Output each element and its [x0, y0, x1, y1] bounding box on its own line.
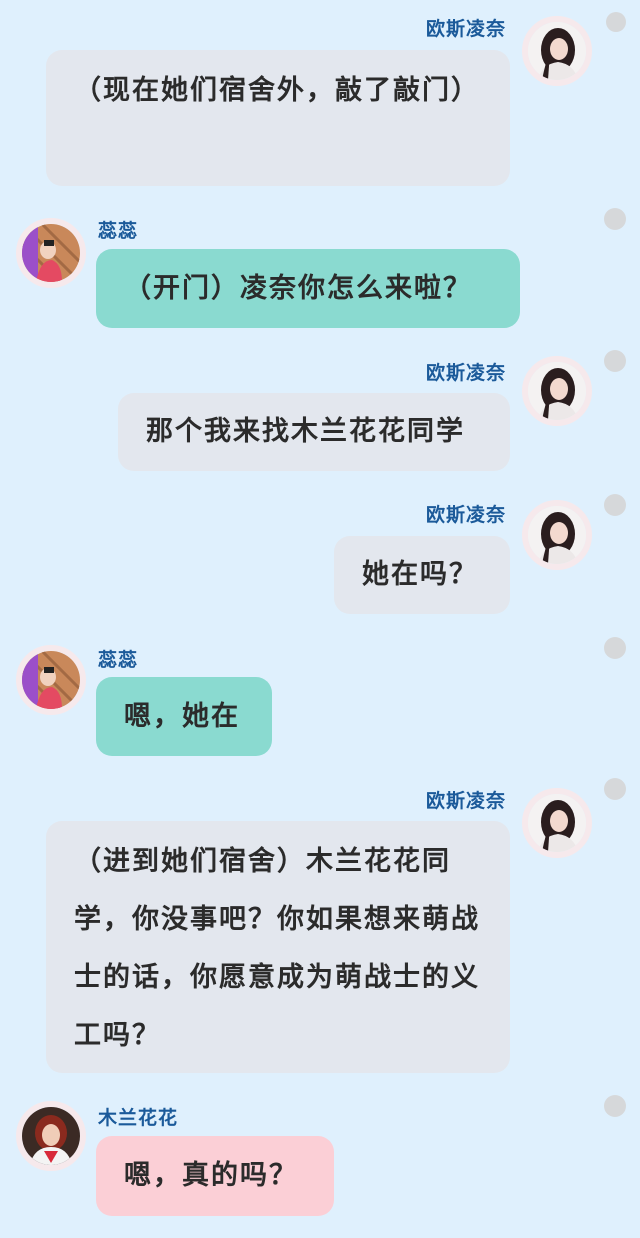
avatar[interactable] — [16, 645, 86, 715]
mascot-avatar-icon — [22, 224, 80, 282]
select-dot[interactable] — [604, 1095, 626, 1117]
select-dot[interactable] — [604, 494, 626, 516]
message-bubble: 她在吗？ — [334, 536, 510, 614]
select-dot[interactable] — [604, 208, 626, 230]
sender-name: 欧斯凌奈 — [425, 362, 506, 384]
message-bubble: 嗯，她在 — [96, 677, 272, 756]
sender-name: 木兰花花 — [98, 1107, 179, 1129]
select-dot[interactable] — [604, 778, 626, 800]
girl-avatar-icon — [528, 506, 586, 564]
message-row: 欧斯凌奈 她在吗？ — [0, 480, 640, 625]
message-bubble: （进到她们宿舍）木兰花花同学，你没事吧？你如果想来萌战士的话，你愿意成为萌战士的… — [46, 821, 510, 1073]
sender-name: 欧斯凌奈 — [425, 18, 506, 40]
message-row: 蕊蕊 （开门）凌奈你怎么来啦？ — [0, 200, 640, 340]
message-row: 蕊蕊 嗯，她在 — [0, 625, 640, 770]
avatar[interactable] — [522, 788, 592, 858]
girl-avatar-icon — [528, 362, 586, 420]
sender-name: 欧斯凌奈 — [425, 790, 506, 812]
message-row: 欧斯凌奈 （现在她们宿舍外，敲了敲门） — [0, 0, 640, 200]
select-dot[interactable] — [606, 12, 626, 32]
girl-avatar-icon — [528, 794, 586, 852]
message-row: 欧斯凌奈 （进到她们宿舍）木兰花花同学，你没事吧？你如果想来萌战士的话，你愿意成… — [0, 770, 640, 1085]
sender-name: 蕊蕊 — [98, 649, 139, 671]
mascot-avatar-icon — [22, 651, 80, 709]
message-bubble: 那个我来找木兰花花同学 — [118, 393, 510, 471]
select-dot[interactable] — [604, 350, 626, 372]
avatar[interactable] — [16, 218, 86, 288]
avatar[interactable] — [522, 356, 592, 426]
avatar[interactable] — [522, 16, 592, 86]
select-dot[interactable] — [604, 637, 626, 659]
message-bubble: （开门）凌奈你怎么来啦？ — [96, 249, 520, 328]
avatar[interactable] — [16, 1101, 86, 1171]
girl-avatar-icon — [528, 22, 586, 80]
message-row: 欧斯凌奈 那个我来找木兰花花同学 — [0, 340, 640, 480]
message-bubble: （现在她们宿舍外，敲了敲门） — [46, 50, 510, 186]
message-row: 木兰花花 嗯，真的吗？ — [0, 1085, 640, 1238]
sender-name: 蕊蕊 — [98, 220, 139, 242]
avatar[interactable] — [522, 500, 592, 570]
message-bubble: 嗯，真的吗？ — [96, 1136, 334, 1216]
sender-name: 欧斯凌奈 — [425, 504, 506, 526]
redhair-avatar-icon — [22, 1107, 80, 1165]
